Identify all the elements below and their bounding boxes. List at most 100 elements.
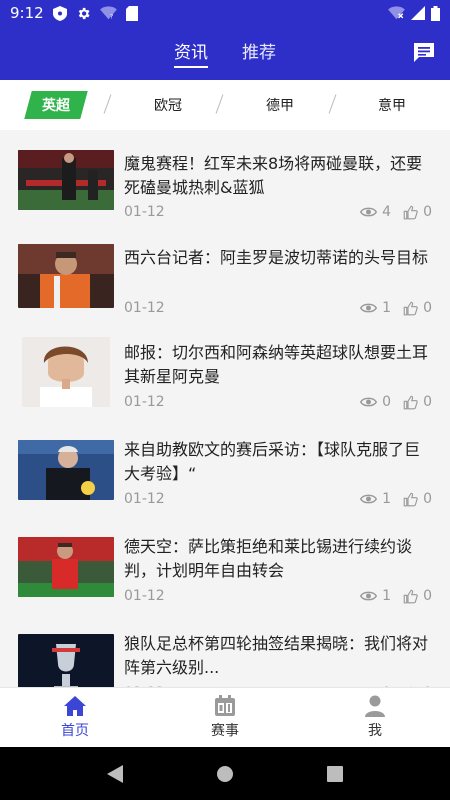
news-date: 01-12	[124, 300, 165, 316]
back-triangle-icon	[107, 764, 123, 783]
news-item[interactable]: 邮报：切尔西和阿森纳等英超球队想要土耳其新星阿克曼 01-12 0 0	[0, 331, 450, 427]
news-meta: 01-12 1 0	[124, 300, 432, 316]
likes-count: 0	[423, 204, 432, 220]
thumbs-up-icon	[403, 395, 418, 409]
profile-icon	[365, 695, 385, 717]
thumbs-up-icon	[403, 589, 418, 603]
news-item[interactable]: 狼队足总杯第四轮抽签结果揭晓：我们将对阵第六级别... 01-12 0 0	[0, 622, 450, 687]
news-thumbnail	[18, 440, 114, 500]
views-stat: 4	[360, 204, 391, 220]
likes-stat[interactable]: 0	[403, 204, 432, 220]
news-meta: 01-12 1 0	[124, 491, 432, 507]
league-label: 欧冠	[154, 98, 182, 114]
league-label: 意甲	[378, 98, 406, 114]
eye-icon	[360, 397, 378, 407]
cell-signal-icon	[411, 6, 425, 20]
news-thumbnail	[18, 244, 114, 308]
tab-news[interactable]: 资讯	[174, 26, 208, 80]
news-item[interactable]: 来自助教欧文的赛后采访：【球队克服了巨大考验】“ 01-12 1 0	[0, 428, 450, 524]
news-thumbnail	[18, 634, 114, 687]
thumbs-up-icon	[403, 301, 418, 315]
tab-recommend[interactable]: 推荐	[242, 26, 276, 80]
news-date: 01-12	[124, 204, 165, 220]
nav-home[interactable]: 首页	[0, 688, 150, 747]
league-tab-bundesliga[interactable]: 德甲	[224, 95, 336, 115]
home-circle-icon	[217, 765, 233, 782]
views-stat: 0	[360, 394, 391, 410]
likes-count: 0	[423, 300, 432, 316]
settings-gear-icon	[78, 7, 90, 19]
status-bar: 9:12 ?	[0, 0, 450, 26]
recents-square-icon	[327, 765, 343, 782]
top-tabs: 资讯 推荐	[0, 26, 450, 80]
nav-profile[interactable]: 我	[300, 688, 450, 747]
back-button[interactable]	[103, 762, 127, 786]
views-stat: 1	[360, 588, 391, 604]
news-meta: 01-12 4 0	[124, 204, 432, 220]
nav-schedule[interactable]: 赛事	[150, 688, 300, 747]
league-filter-bar: 英超 欧冠 德甲 意甲	[0, 80, 450, 130]
league-label: 德甲	[266, 98, 294, 114]
news-thumbnail	[18, 537, 114, 597]
likes-stat[interactable]: 0	[403, 300, 432, 316]
likes-count: 0	[423, 588, 432, 604]
likes-stat[interactable]: 0	[403, 394, 432, 410]
thumbs-up-icon	[403, 492, 418, 506]
system-navigation-bar	[0, 747, 450, 800]
league-label: 英超	[42, 98, 70, 114]
eye-icon	[360, 494, 378, 504]
svg-text:?: ?	[110, 14, 113, 20]
thumbs-up-icon	[403, 205, 418, 219]
views-count: 0	[382, 394, 392, 410]
home-button[interactable]	[213, 762, 237, 786]
message-icon[interactable]	[412, 40, 436, 64]
news-title: 狼队足总杯第四轮抽签结果揭晓：我们将对阵第六级别...	[124, 634, 429, 677]
wifi-x-icon	[388, 6, 405, 20]
news-meta: 01-12 0 0	[124, 394, 432, 410]
views-count: 4	[382, 204, 392, 220]
news-thumbnail	[18, 150, 114, 210]
shield-icon	[52, 5, 67, 21]
nav-home-label: 首页	[61, 723, 89, 739]
eye-icon	[360, 303, 378, 313]
news-title: 来自助教欧文的赛后采访：【球队克服了巨大考验】“	[124, 440, 421, 483]
bottom-navigation: 首页 赛事 我	[0, 687, 450, 747]
news-title: 德天空：萨比策拒绝和莱比锡进行续约谈判，计划明年自由转会	[124, 537, 413, 580]
league-tab-champions-league[interactable]: 欧冠	[112, 95, 224, 115]
schedule-icon	[215, 695, 235, 716]
app-header: 资讯 推荐	[0, 26, 450, 80]
eye-icon	[360, 591, 378, 601]
recents-button[interactable]	[323, 762, 347, 786]
status-time: 9:12	[10, 4, 44, 22]
views-stat: 1	[360, 491, 391, 507]
news-thumbnail	[22, 337, 110, 407]
likes-count: 0	[423, 491, 432, 507]
likes-stat[interactable]: 0	[403, 588, 432, 604]
league-tab-premier-league[interactable]: 英超	[0, 91, 112, 119]
news-item[interactable]: 魔鬼赛程！红军未来8场将两碰曼联，还要死磕曼城热刺&蓝狐 01-12 4 0	[0, 138, 450, 234]
views-count: 1	[382, 491, 392, 507]
nav-profile-label: 我	[368, 723, 382, 739]
news-meta: 01-12 1 0	[124, 588, 432, 604]
news-item[interactable]: 德天空：萨比策拒绝和莱比锡进行续约谈判，计划明年自由转会 01-12 1 0	[0, 525, 450, 621]
news-list: 魔鬼赛程！红军未来8场将两碰曼联，还要死磕曼城热刺&蓝狐 01-12 4 0 西…	[0, 130, 450, 687]
eye-icon	[360, 207, 378, 217]
likes-count: 0	[423, 394, 432, 410]
battery-icon	[431, 5, 440, 21]
news-date: 01-12	[124, 491, 165, 507]
news-date: 01-12	[124, 588, 165, 604]
wifi-unknown-icon: ?	[99, 6, 117, 20]
likes-stat[interactable]: 0	[403, 491, 432, 507]
news-item[interactable]: 西六台记者：阿圭罗是波切蒂诺的头号目标 01-12 1 0	[0, 234, 450, 330]
news-title: 魔鬼赛程！红军未来8场将两碰曼联，还要死磕曼城热刺&蓝狐	[124, 154, 423, 197]
news-date: 01-12	[124, 394, 165, 410]
sd-card-icon	[125, 5, 138, 21]
news-title: 邮报：切尔西和阿森纳等英超球队想要土耳其新星阿克曼	[124, 343, 429, 386]
nav-schedule-label: 赛事	[211, 723, 239, 739]
views-count: 1	[382, 300, 392, 316]
news-title: 西六台记者：阿圭罗是波切蒂诺的头号目标	[124, 248, 429, 267]
views-stat: 1	[360, 300, 391, 316]
home-icon	[64, 696, 86, 716]
league-tab-serie-a[interactable]: 意甲	[336, 95, 448, 115]
views-count: 1	[382, 588, 392, 604]
